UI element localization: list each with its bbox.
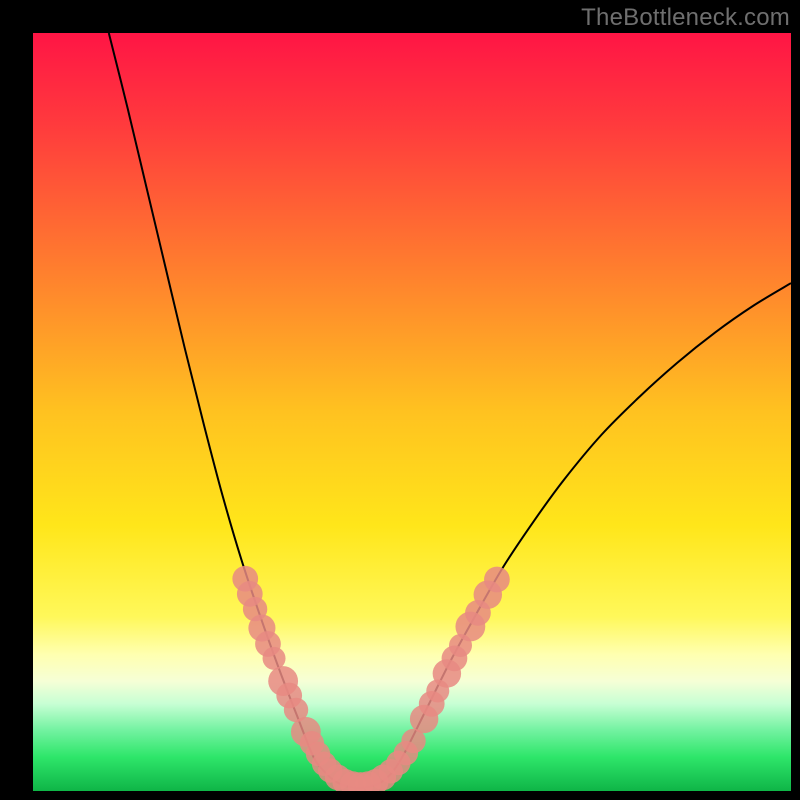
gradient-background [33, 33, 791, 791]
plot-area [33, 33, 791, 791]
curve-marker [484, 567, 510, 593]
bottleneck-chart [33, 33, 791, 791]
watermark-text: TheBottleneck.com [581, 4, 790, 32]
outer-frame: TheBottleneck.com [0, 0, 800, 800]
